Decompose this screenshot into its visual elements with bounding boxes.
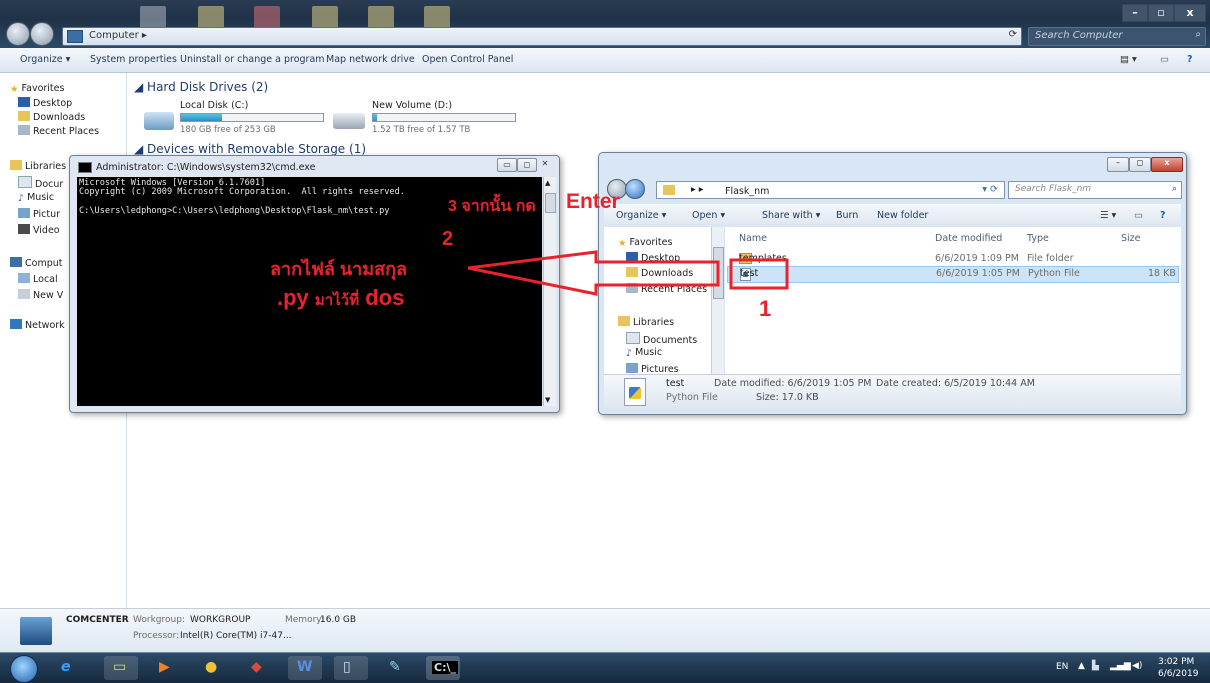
drag-arrow	[467, 250, 720, 296]
drag-instruction-line1: ลากไฟล์ นามสกุล	[270, 259, 408, 279]
step-1-label: 1	[759, 296, 772, 321]
step-3-label: 3 จากนั้น กด	[448, 198, 536, 215]
drag-instruction-line2: .py มาไว้ที่ dos	[277, 285, 404, 312]
annotation-overlay	[467, 250, 789, 296]
enter-label: Enter	[566, 190, 620, 213]
highlight-box	[729, 258, 789, 290]
drag-dos-text: dos	[365, 285, 405, 310]
step-2-label: 2	[442, 228, 454, 250]
drag-ext-text: .py	[277, 285, 309, 310]
drag-rest-text: มาไว้ที่	[314, 292, 360, 309]
